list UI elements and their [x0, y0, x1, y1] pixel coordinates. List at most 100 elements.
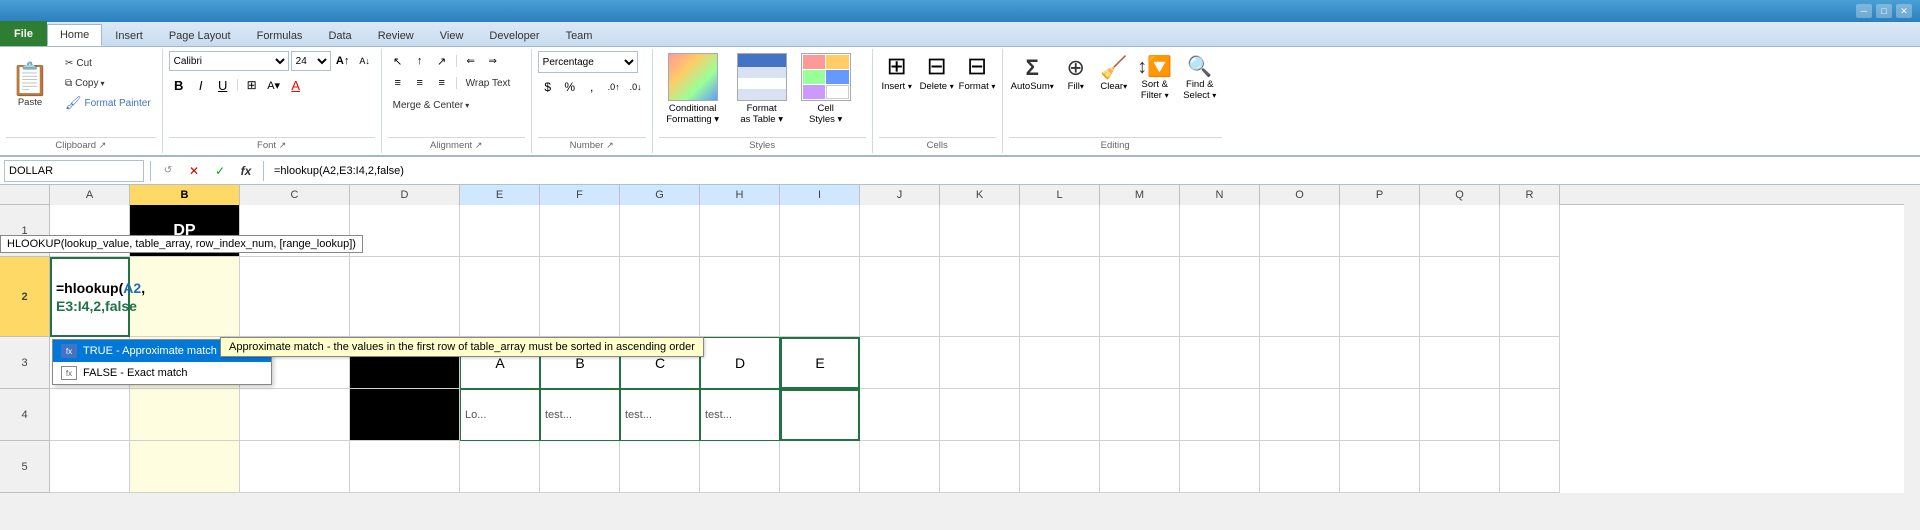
col-header-B[interactable]: B	[130, 185, 240, 205]
cell-E2[interactable]	[460, 257, 540, 337]
cell-R5[interactable]	[1500, 441, 1560, 493]
row-header-5[interactable]: 5	[0, 441, 50, 493]
bold-button[interactable]: B	[169, 75, 189, 95]
col-header-E[interactable]: E	[460, 185, 540, 205]
decrease-decimal-button[interactable]: .0↓	[626, 77, 646, 97]
col-header-D[interactable]: D	[350, 185, 460, 205]
cell-Q4[interactable]	[1420, 389, 1500, 441]
cell-F4[interactable]: test...	[540, 389, 620, 441]
col-header-K[interactable]: K	[940, 185, 1020, 205]
cell-L5[interactable]	[1020, 441, 1100, 493]
font-size-select[interactable]: 24	[291, 51, 331, 71]
cell-E4[interactable]: Lo...	[460, 389, 540, 441]
tab-developer[interactable]: Developer	[476, 24, 552, 46]
cell-Q1[interactable]	[1420, 205, 1500, 257]
cell-O1[interactable]	[1260, 205, 1340, 257]
format-as-table-button[interactable]: Formatas Table ▾	[731, 51, 793, 129]
cell-J3[interactable]	[860, 337, 940, 389]
borders-button[interactable]: ⊞	[242, 75, 262, 95]
col-header-I[interactable]: I	[780, 185, 860, 205]
copy-button[interactable]: ⧉ Copy ▾	[60, 73, 156, 93]
cell-H2[interactable]	[700, 257, 780, 337]
italic-button[interactable]: I	[191, 75, 211, 95]
cell-N4[interactable]	[1180, 389, 1260, 441]
cell-L3[interactable]	[1020, 337, 1100, 389]
cell-N2[interactable]	[1180, 257, 1260, 337]
cell-L4[interactable]	[1020, 389, 1100, 441]
cell-P4[interactable]	[1340, 389, 1420, 441]
cell-O2[interactable]	[1260, 257, 1340, 337]
cell-G4[interactable]: test...	[620, 389, 700, 441]
cut-button[interactable]: ✂ Cut	[60, 53, 156, 73]
cell-M4[interactable]	[1100, 389, 1180, 441]
cell-B5[interactable]	[130, 441, 240, 493]
cell-F2[interactable]	[540, 257, 620, 337]
cell-H1[interactable]	[700, 205, 780, 257]
cell-P5[interactable]	[1340, 441, 1420, 493]
undo-formula-button[interactable]: ↺	[157, 160, 179, 182]
cell-A5[interactable]	[50, 441, 130, 493]
cell-A2[interactable]: =hlookup(A2, E3:I4,2,false fx TRUE - App…	[50, 257, 130, 337]
paste-button[interactable]: 📋 Paste	[6, 51, 54, 119]
cancel-formula-button[interactable]: ✕	[183, 160, 205, 182]
comma-button[interactable]: ,	[582, 77, 602, 97]
cell-D1[interactable]	[350, 205, 460, 257]
cell-N3[interactable]	[1180, 337, 1260, 389]
fill-color-button[interactable]: A▾	[264, 75, 284, 95]
tab-view[interactable]: View	[427, 24, 477, 46]
cell-N5[interactable]	[1180, 441, 1260, 493]
cell-Q2[interactable]	[1420, 257, 1500, 337]
cell-P2[interactable]	[1340, 257, 1420, 337]
align-top-right-button[interactable]: ↗	[432, 51, 452, 71]
align-right-button[interactable]: ≡	[432, 73, 452, 93]
col-header-C[interactable]: C	[240, 185, 350, 205]
autocomplete-item-false[interactable]: fx FALSE - Exact match	[53, 362, 271, 384]
insert-button[interactable]: ⊞ Insert ▾	[879, 55, 915, 92]
wrap-text-button[interactable]: Wrap Text	[461, 73, 516, 93]
cell-D5[interactable]	[350, 441, 460, 493]
conditional-formatting-button[interactable]: ConditionalFormatting ▾	[659, 51, 727, 129]
col-header-M[interactable]: M	[1100, 185, 1180, 205]
sort-filter-button[interactable]: ↕🔽 Sort &Filter ▾	[1134, 55, 1176, 104]
cell-I3[interactable]: E	[780, 337, 860, 389]
cell-E5[interactable]	[460, 441, 540, 493]
cell-M5[interactable]	[1100, 441, 1180, 493]
tab-review[interactable]: Review	[365, 24, 427, 46]
row-header-3[interactable]: 3	[0, 337, 50, 389]
tab-formulas[interactable]: Formulas	[244, 24, 316, 46]
font-color-button[interactable]: A	[286, 75, 306, 95]
increase-indent-button[interactable]: ⇒	[483, 51, 503, 71]
cell-J1[interactable]	[860, 205, 940, 257]
tab-insert[interactable]: Insert	[102, 24, 156, 46]
col-header-G[interactable]: G	[620, 185, 700, 205]
font-name-select[interactable]: Calibri	[169, 51, 289, 71]
cell-styles-button[interactable]: CellStyles ▾	[797, 51, 855, 129]
autosum-button[interactable]: Σ AutoSum ▾	[1009, 55, 1056, 94]
cell-P1[interactable]	[1340, 205, 1420, 257]
tab-home[interactable]: Home	[47, 24, 102, 46]
cell-M2[interactable]	[1100, 257, 1180, 337]
cell-Q3[interactable]	[1420, 337, 1500, 389]
name-box[interactable]	[4, 160, 144, 182]
underline-button[interactable]: U	[213, 75, 233, 95]
col-header-A[interactable]: A	[50, 185, 130, 205]
tab-data[interactable]: Data	[315, 24, 364, 46]
cell-D4[interactable]	[350, 389, 460, 441]
cell-B4[interactable]	[130, 389, 240, 441]
formula-input[interactable]	[270, 160, 1916, 182]
col-header-L[interactable]: L	[1020, 185, 1100, 205]
cell-E1[interactable]	[460, 205, 540, 257]
cell-K1[interactable]	[940, 205, 1020, 257]
cell-G5[interactable]	[620, 441, 700, 493]
cell-G1[interactable]	[620, 205, 700, 257]
cell-J5[interactable]	[860, 441, 940, 493]
cell-I4[interactable]	[780, 389, 860, 441]
row-header-2[interactable]: 2	[0, 257, 50, 337]
col-header-O[interactable]: O	[1260, 185, 1340, 205]
format-button[interactable]: ⊟ Format ▾	[959, 55, 996, 92]
row-header-4[interactable]: 4	[0, 389, 50, 441]
cell-R3[interactable]	[1500, 337, 1560, 389]
cell-A4[interactable]	[50, 389, 130, 441]
cell-C4[interactable]	[240, 389, 350, 441]
cell-N1[interactable]	[1180, 205, 1260, 257]
